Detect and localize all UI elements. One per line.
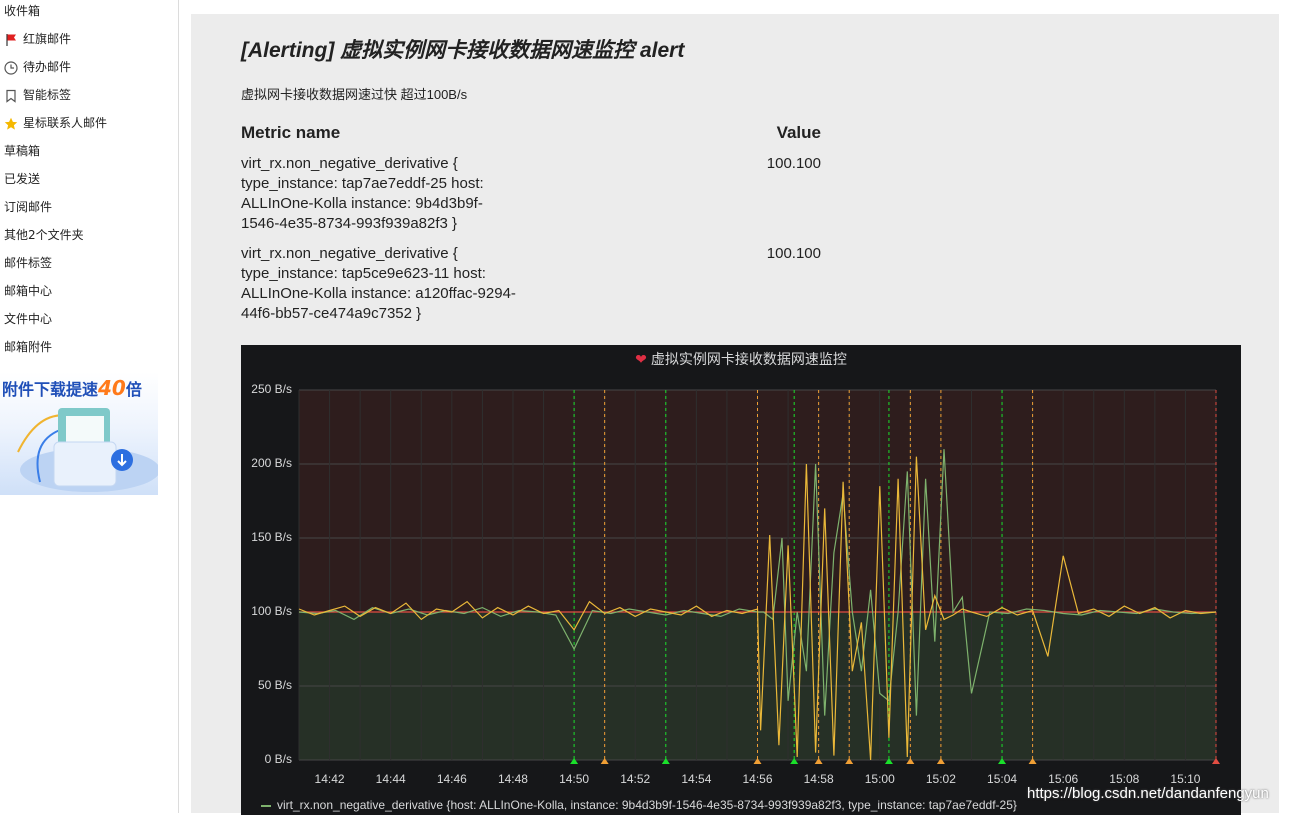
x-tick-label: 15:00 [864,772,895,786]
sidebar-item-label: 红旗邮件 [23,32,72,46]
sidebar-item-flagged[interactable]: 红旗邮件 [4,25,71,53]
x-tick-label: 14:44 [375,772,406,786]
sidebar: 收件箱 红旗邮件 待办邮件 智能标签 星标联系人邮件 草稿箱 已发送 订阅邮件 … [0,0,179,813]
x-tick-label: 14:48 [497,772,528,786]
y-tick-label: 200 B/s [251,456,292,470]
alert-message: 虚拟网卡接收数据网速过快 超过100B/s [241,87,468,102]
x-tick-label: 15:04 [987,772,1018,786]
y-tick-label: 0 B/s [264,752,292,766]
sidebar-item-sent[interactable]: 已发送 [4,165,40,193]
metric-name-header: Metric name [241,123,341,142]
red-flag-icon [4,32,18,46]
value-header: Value [776,123,821,142]
y-tick-label: 150 B/s [251,530,292,544]
sidebar-item-label: 已发送 [4,172,41,186]
sidebar-item-mail-tags[interactable]: 邮件标签 [4,249,52,277]
legend-label: virt_rx.non_negative_derivative {host: A… [277,798,1017,812]
sidebar-item-inbox[interactable]: 收件箱 [4,0,40,25]
y-tick-label: 100 B/s [251,604,292,618]
x-tick-label: 14:52 [620,772,651,786]
sidebar-item-label: 智能标签 [23,88,72,102]
bookmark-icon [4,88,18,103]
metric-row-2-name: virt_rx.non_negative_derivative { type_i… [241,245,516,322]
legend[interactable]: virt_rx.non_negative_derivative {host: A… [261,798,1017,812]
sidebar-item-other-folders[interactable]: 其他2个文件夹 [4,221,84,249]
legend-swatch [261,804,271,807]
sidebar-item-label: 收件箱 [4,4,41,18]
alert-title: [Alerting] 虚拟实例网卡接收数据网速监控 alert [241,39,685,62]
sidebar-item-label: 草稿箱 [4,144,41,158]
x-tick-label: 15:06 [1048,772,1079,786]
chart-svg [298,389,1220,764]
sidebar-item-label: 邮箱附件 [4,340,53,354]
x-tick-label: 15:02 [925,772,956,786]
metric-row-1-name: virt_rx.non_negative_derivative { type_i… [241,155,484,232]
x-tick-label: 15:10 [1170,772,1201,786]
broken-heart-icon: ❤ [635,351,647,367]
metric-row-1-value: 100.100 [766,155,821,172]
sidebar-item-attachments[interactable]: 邮箱附件 [4,333,52,361]
star-icon [4,116,18,130]
sidebar-item-label: 星标联系人邮件 [23,116,108,130]
y-tick-label: 250 B/s [251,382,292,396]
sidebar-item-todo[interactable]: 待办邮件 [4,53,71,81]
x-tick-label: 15:08 [1109,772,1140,786]
sidebar-item-smart-tags[interactable]: 智能标签 [4,81,71,109]
watermark: https://blog.csdn.net/dandanfengyun [1027,785,1269,802]
sidebar-item-subscriptions[interactable]: 订阅邮件 [4,193,52,221]
sidebar-item-drafts[interactable]: 草稿箱 [4,137,40,165]
sidebar-item-file-center[interactable]: 文件中心 [4,305,52,333]
sidebar-item-mailbox-center[interactable]: 邮箱中心 [4,277,52,305]
x-tick-label: 14:42 [314,772,345,786]
promo-banner[interactable]: 附件下载提速40倍 [0,372,158,495]
sidebar-item-label: 邮件标签 [4,256,53,270]
x-tick-label: 14:54 [681,772,712,786]
sidebar-item-label: 其他2个文件夹 [4,228,84,242]
metric-row-2-value: 100.100 [766,245,821,262]
x-tick-label: 14:50 [559,772,590,786]
chart-panel: ❤ 虚拟实例网卡接收数据网速监控 0 B/s 50 B/s 100 B/s 150 B/… [241,345,1241,815]
x-tick-label: 14:56 [742,772,773,786]
sidebar-item-label: 邮箱中心 [4,284,53,298]
sidebar-item-starred-contacts[interactable]: 星标联系人邮件 [4,109,107,137]
x-tick-label: 14:46 [436,772,467,786]
sidebar-item-label: 文件中心 [4,312,53,326]
sidebar-item-label: 待办邮件 [23,60,72,74]
gutter [179,0,191,813]
x-tick-label: 14:58 [803,772,834,786]
top-strip [191,0,1279,14]
clock-icon [4,60,18,75]
promo-illustration [17,408,158,492]
panel-title: ❤ 虚拟实例网卡接收数据网速监控 [635,351,847,367]
y-tick-label: 50 B/s [257,678,292,692]
sidebar-item-label: 订阅邮件 [4,200,53,214]
